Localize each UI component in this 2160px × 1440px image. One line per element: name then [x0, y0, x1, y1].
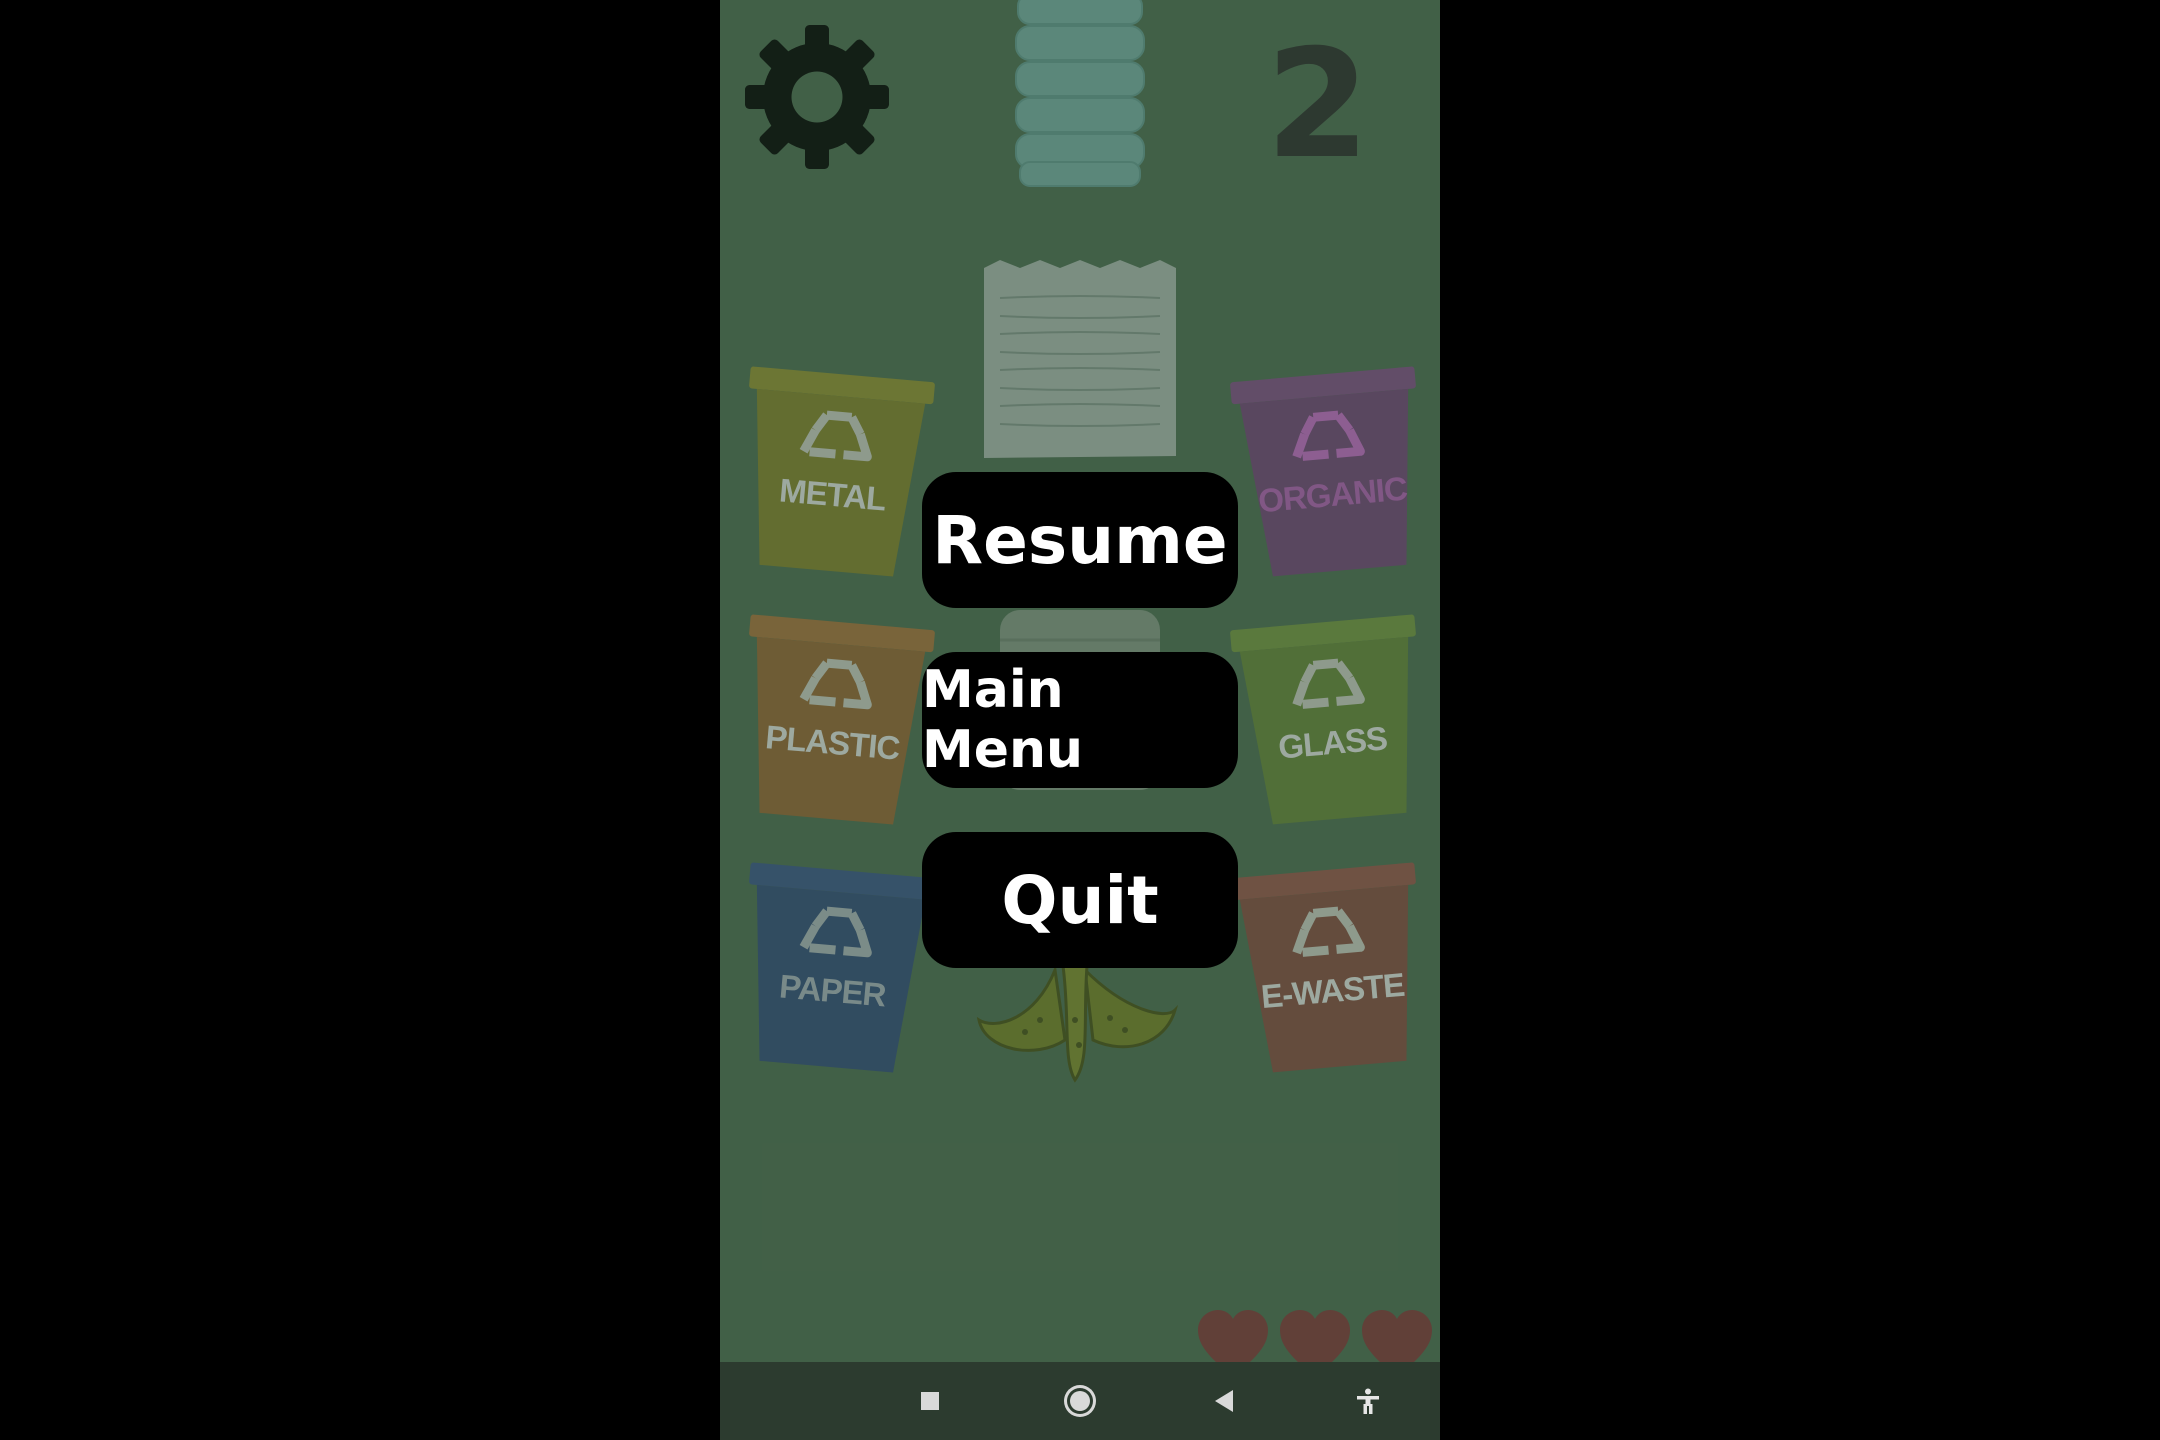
recents-icon[interactable] [900, 1362, 960, 1440]
screen: 2 METAL ORGANIC PLASTIC GLASS PAPER E-WA… [0, 0, 2160, 1440]
resume-button[interactable]: Resume [922, 472, 1238, 608]
back-icon[interactable] [1194, 1362, 1254, 1440]
accessibility-icon[interactable] [1338, 1362, 1398, 1440]
main-menu-button-label: Main Menu [922, 660, 1084, 780]
main-menu-button[interactable]: Main Menu [922, 652, 1238, 788]
home-icon[interactable] [1050, 1362, 1110, 1440]
quit-button[interactable]: Quit [922, 832, 1238, 968]
resume-button-label: Resume [932, 501, 1228, 579]
navigation-bar [720, 1362, 1440, 1440]
quit-button-label: Quit [1001, 861, 1159, 939]
game-screen: 2 METAL ORGANIC PLASTIC GLASS PAPER E-WA… [720, 0, 1440, 1440]
